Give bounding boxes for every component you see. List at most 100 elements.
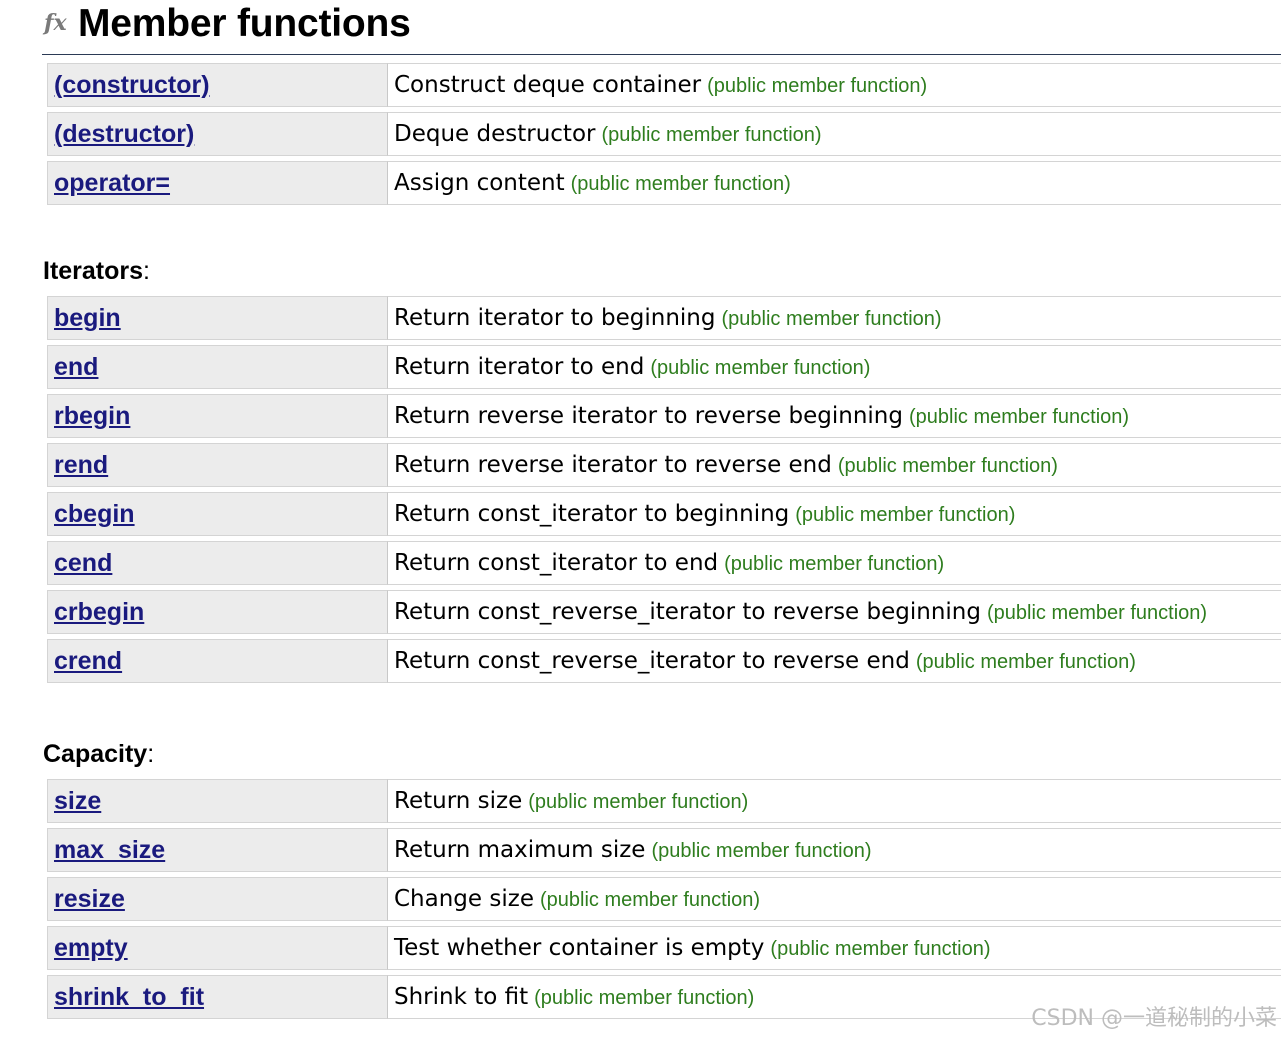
member-link-shrink-to-fit[interactable]: shrink_to_fit xyxy=(54,983,204,1011)
member-link-size[interactable]: size xyxy=(54,787,101,815)
member-link-crend[interactable]: crend xyxy=(54,647,122,675)
member-kind: (public member function) xyxy=(721,308,942,330)
member-description: Return const_iterator to end xyxy=(394,550,719,576)
member-description: Return const_iterator to beginning xyxy=(394,501,790,527)
member-desc-cell: Return const_iterator to beginning (publi… xyxy=(388,492,1281,536)
member-link-operator-assign[interactable]: operator= xyxy=(54,169,170,197)
member-name-cell: (destructor) xyxy=(47,112,388,156)
member-kind: (public member function) xyxy=(707,75,928,97)
member-desc-cell: Deque destructor (public member function) xyxy=(388,112,1281,156)
member-link-rbegin[interactable]: rbegin xyxy=(54,402,130,430)
member-kind: (public member function) xyxy=(539,889,761,911)
member-name-cell: size xyxy=(47,779,388,823)
member-name-cell: shrink_to_fit xyxy=(47,975,388,1019)
member-link-crbegin[interactable]: crbegin xyxy=(54,598,144,626)
table-row: resize Change size (public member functio… xyxy=(47,877,1281,921)
member-name-cell: rbegin xyxy=(47,394,388,438)
table-row: rend Return reverse iterator to reverse … xyxy=(47,443,1281,487)
member-name-cell: rend xyxy=(47,443,388,487)
member-kind: (public member function) xyxy=(770,938,991,960)
section-heading: fx Member functions xyxy=(42,0,1281,55)
member-description: Return maximum size xyxy=(394,837,646,863)
table-row: (destructor) Deque destructor (public mem… xyxy=(47,112,1281,156)
member-link-resize[interactable]: resize xyxy=(54,885,125,913)
member-link-max-size[interactable]: max_size xyxy=(54,836,165,864)
member-link-empty[interactable]: empty xyxy=(54,934,128,962)
member-desc-cell: Construct deque container (public member … xyxy=(388,63,1281,107)
member-desc-cell: Assign content (public member function) xyxy=(388,161,1281,205)
member-desc-cell: Test whether container is empty (public m… xyxy=(388,926,1281,970)
member-description: Return reverse iterator to reverse end xyxy=(394,452,832,478)
table-row: empty Test whether container is empty (pu… xyxy=(47,926,1281,970)
member-kind: (public member function) xyxy=(528,791,749,813)
member-desc-cell: Return iterator to beginning (public memb… xyxy=(388,296,1281,340)
table-row: size Return size (public member function) xyxy=(47,779,1281,823)
section-title: Member functions xyxy=(78,2,411,45)
group-label-iterators: Iterators: xyxy=(43,257,150,285)
member-name-cell: begin xyxy=(47,296,388,340)
member-link-end[interactable]: end xyxy=(54,353,98,381)
member-description: Change size xyxy=(394,886,534,912)
member-description: Shrink to fit xyxy=(394,984,529,1010)
table-row: cend Return const_iterator to end (public… xyxy=(47,541,1281,585)
member-link-constructor[interactable]: (constructor) xyxy=(54,71,210,99)
member-description: Assign content xyxy=(394,170,565,196)
member-name-cell: cend xyxy=(47,541,388,585)
member-desc-cell: Change size (public member function) xyxy=(388,877,1281,921)
member-desc-cell: Return maximum size (public member functi… xyxy=(388,828,1281,872)
member-description: Return iterator to beginning xyxy=(394,305,716,331)
member-description: Return const_reverse_iterator to reverse… xyxy=(394,599,981,625)
member-desc-cell: Return const_iterator to end (public memb… xyxy=(388,541,1281,585)
member-name-cell: (constructor) xyxy=(47,63,388,107)
member-desc-cell: Return reverse iterator to reverse begin… xyxy=(388,394,1281,438)
table-row: crend Return const_reverse_iterator to r… xyxy=(47,639,1281,683)
member-desc-cell: Return reverse iterator to reverse end (p… xyxy=(388,443,1281,487)
member-kind: (public member function) xyxy=(915,651,1136,673)
member-table-capacity: size Return size (public member function)… xyxy=(47,774,1281,1024)
member-name-cell: resize xyxy=(47,877,388,921)
watermark: CSDN @一道秘制的小菜 xyxy=(1031,1006,1277,1031)
member-desc-cell: Return const_reverse_iterator to reverse… xyxy=(388,639,1281,683)
table-row: end Return iterator to end (public member… xyxy=(47,345,1281,389)
member-name-cell: end xyxy=(47,345,388,389)
member-table-general: (constructor) Construct deque container(… xyxy=(47,58,1281,210)
member-description: Return const_reverse_iterator to reverse… xyxy=(394,648,910,674)
member-kind: (public member function) xyxy=(651,840,872,862)
member-name-cell: max_size xyxy=(47,828,388,872)
function-icon: fx xyxy=(44,10,67,36)
member-table-iterators: begin Return iterator to beginning (publi… xyxy=(47,291,1281,688)
member-description: Return size xyxy=(394,788,523,814)
member-kind: (public member function) xyxy=(909,406,1130,428)
member-kind: (public member function) xyxy=(986,602,1208,624)
table-row: crbegin Return const_reverse_iterator to… xyxy=(47,590,1281,634)
member-kind: (public member function) xyxy=(795,504,1016,526)
member-name-cell: operator= xyxy=(47,161,388,205)
table-row: cbegin Return const_iterator to beginnin… xyxy=(47,492,1281,536)
member-kind: (public member function) xyxy=(837,455,1058,477)
member-name-cell: crend xyxy=(47,639,388,683)
member-description: Return iterator to end xyxy=(394,354,645,380)
table-row: rbegin Return reverse iterator to revers… xyxy=(47,394,1281,438)
member-desc-cell: Return iterator to end (public member fun… xyxy=(388,345,1281,389)
table-row: begin Return iterator to beginning (publi… xyxy=(47,296,1281,340)
member-link-cend[interactable]: cend xyxy=(54,549,112,577)
member-name-cell: cbegin xyxy=(47,492,388,536)
member-kind: (public member function) xyxy=(650,357,871,379)
member-kind: (public member function) xyxy=(601,124,822,146)
member-description: Construct deque container xyxy=(394,72,702,98)
table-row: max_size Return maximum size (public memb… xyxy=(47,828,1281,872)
member-link-cbegin[interactable]: cbegin xyxy=(54,500,135,528)
member-name-cell: empty xyxy=(47,926,388,970)
member-name-cell: crbegin xyxy=(47,590,388,634)
member-desc-cell: Return size (public member function) xyxy=(388,779,1281,823)
member-description: Test whether container is empty xyxy=(394,935,765,961)
member-link-rend[interactable]: rend xyxy=(54,451,108,479)
member-desc-cell: Return const_reverse_iterator to reverse… xyxy=(388,590,1281,634)
member-link-destructor[interactable]: (destructor) xyxy=(54,120,194,148)
member-description: Return reverse iterator to reverse begin… xyxy=(394,403,903,429)
group-label-capacity: Capacity: xyxy=(43,740,155,768)
member-link-begin[interactable]: begin xyxy=(54,304,121,332)
member-kind: (public member function) xyxy=(570,173,791,195)
member-kind: (public member function) xyxy=(534,987,755,1009)
table-row: (constructor) Construct deque container(… xyxy=(47,63,1281,107)
